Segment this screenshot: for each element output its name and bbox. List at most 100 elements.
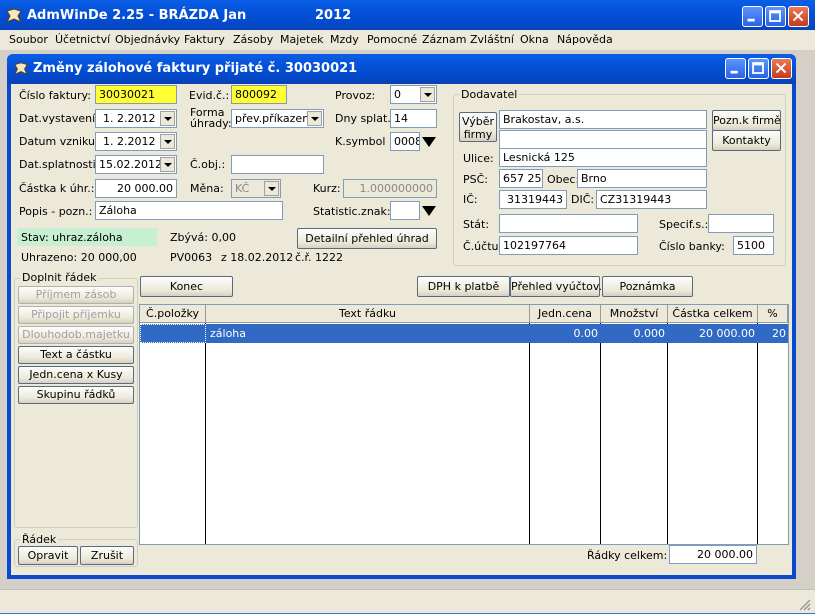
chevron-down-icon[interactable] [307,111,322,126]
menu-objednavky[interactable]: Objednávky [115,33,180,46]
menu-zvlastni[interactable]: Zvláštní [470,33,514,46]
zrusit-button[interactable]: Zrušit [80,546,134,565]
detail-prehled-button[interactable]: Detailní přehled úhrad [297,228,437,249]
dlouhodob-majetku-button[interactable]: Dlouhodob.majetku [18,326,134,344]
pv-text: PV0063 [170,251,213,264]
app-close-button[interactable] [788,6,809,27]
statistic-dropdown-icon[interactable] [421,201,437,220]
col-header-pct[interactable]: % [758,305,788,323]
col-header-text[interactable]: Text řádku [206,305,530,323]
col-header-mnozstvi[interactable]: Množství [601,305,668,323]
menu-pomocne[interactable]: Pomocné [367,33,417,46]
dodavatel-name-field[interactable]: Brakostav, a.s. [499,110,707,129]
kurz-field[interactable]: 1.000000000 [343,179,437,198]
radek-title: Řádek [20,533,59,546]
cobj-field[interactable] [231,155,324,174]
mena-select[interactable]: KČ [231,179,281,198]
app-maximize-button[interactable] [765,6,786,27]
castka-field[interactable]: 20 000.00 [95,179,177,198]
text-a-castku-button[interactable]: Text a částku [18,346,134,364]
cislo-banky-field[interactable]: 5100 [733,236,774,255]
dialog-maximize-button[interactable] [748,58,769,79]
dialog-title: Změny zálohové faktury přijaté č. 300300… [33,61,358,76]
specif-field[interactable] [708,214,774,233]
provoz-value: 0 [394,88,401,101]
ksymbol-label: K.symbol : [335,135,393,148]
menu-majetek[interactable]: Majetek [280,33,324,46]
z-date-text: z 18.02.2012 [221,251,294,264]
obec-field[interactable]: Brno [577,169,707,188]
obec-label: Obec: [547,173,580,186]
cell-castka: 20 000.00 [699,327,755,340]
menu-mzdy[interactable]: Mzdy [330,33,359,46]
dat-splatnosti-field[interactable]: 15.02.2012 [95,155,177,174]
col-header-polozka[interactable]: Č.položky [140,305,206,323]
chevron-down-icon[interactable] [160,134,175,149]
chevron-down-icon[interactable] [160,157,175,172]
col-divider [667,323,668,544]
evid-field[interactable]: 800092 [231,85,287,104]
stat-field[interactable] [499,214,638,233]
app-titlebar: AdmWinDe 2.25 - BRÁZDA Jan 2012 [0,0,815,32]
prehled-vyuctov-button[interactable]: Přehled vyúčtov. [510,276,602,297]
chevron-down-icon[interactable] [420,87,435,102]
skupinu-radku-button[interactable]: Skupinu řádků [18,386,134,404]
dat-vystaveni-field[interactable]: 1. 2.2012 [95,109,177,128]
dic-label: DIČ: [571,193,595,206]
prijmem-zasob-button[interactable]: Příjmem zásob [18,286,134,304]
col-header-castka[interactable]: Částka celkem [668,305,758,323]
stat-label: Stát: [463,218,490,231]
menu-zaznam[interactable]: Záznam [422,33,466,46]
vyber-firmy-label-2: firmy [463,128,493,141]
menu-zasoby[interactable]: Zásoby [233,33,273,46]
kontakty-button[interactable]: Kontakty [712,130,781,151]
menu-ucetnictvi[interactable]: Účetnictví [55,33,110,46]
pripojit-prijemku-button[interactable]: Připojit příjemku [18,306,134,324]
ulice-label: Ulice: [463,152,494,165]
mena-label: Měna: [190,182,224,195]
dph-k-platbe-button[interactable]: DPH k platbě [417,276,510,297]
ic-label: IČ: [463,193,478,206]
statistic-field[interactable] [390,201,420,220]
popis-field[interactable]: Záloha [95,201,283,220]
cislo-faktury-field[interactable]: 30030021 [95,85,177,104]
row-focus-cell [140,324,206,343]
resize-grip-icon[interactable] [797,597,811,611]
menu-soubor[interactable]: Soubor [9,33,48,46]
datum-vzniku-field[interactable]: 1. 2.2012 [95,132,177,151]
ulice-field[interactable]: Lesnická 125 [499,148,707,167]
cell-pct: 20 [772,327,786,340]
vyber-firmy-button[interactable]: Výběr firmy [459,112,497,142]
app-minimize-button[interactable] [742,6,763,27]
provoz-select[interactable]: 0 [390,85,437,104]
dialog-close-button[interactable] [771,58,792,79]
col-divider [529,323,530,544]
ic-field[interactable]: 31319443 [499,190,567,209]
poznamka-button[interactable]: Poznámka [602,276,693,297]
datum-vzniku-label: Datum vzniku: [19,135,99,148]
konec-button[interactable]: Konec [140,276,233,297]
chevron-down-icon[interactable] [264,181,279,196]
menu-napoveda[interactable]: Nápověda [557,33,613,46]
dodavatel-name2-field[interactable] [499,130,707,149]
forma-uhrady-select[interactable]: přev.příkazem [231,109,324,128]
pozn-firme-button[interactable]: Pozn.k firmě [712,110,781,131]
chevron-down-icon[interactable] [160,111,175,126]
dny-splat-field[interactable]: 14 [390,109,437,128]
psc-field[interactable]: 657 25 [499,169,543,188]
ksymbol-dropdown-icon[interactable] [421,132,437,151]
menu-faktury[interactable]: Faktury [184,33,225,46]
col-divider [205,323,206,544]
radky-celkem-field: 20 000.00 [669,545,757,564]
col-header-jedn-cena[interactable]: Jedn.cena [530,305,601,323]
dialog-minimize-button[interactable] [725,58,746,79]
ksymbol-field[interactable]: 0008 [390,132,420,151]
cuctu-field[interactable]: 102197764 [499,236,638,255]
menu-okna[interactable]: Okna [520,33,549,46]
forma-uhrady-label-2: úhrady: [190,117,232,130]
uhrazeno-text: Uhrazeno: 20 000,00 [21,251,137,264]
opravit-button[interactable]: Opravit [18,546,78,565]
dic-field[interactable]: CZ31319443 [596,190,707,209]
jedn-cena-kusy-button[interactable]: Jedn.cena x Kusy [18,366,134,384]
col-divider [600,323,601,544]
